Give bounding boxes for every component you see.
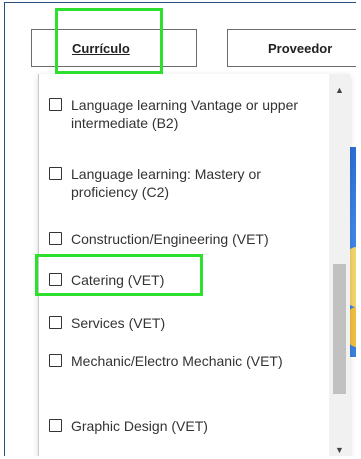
tab-curriculo[interactable]: Currículo: [31, 29, 197, 67]
option-mechanic[interactable]: Mechanic/Electro Mechanic (VET): [49, 352, 321, 370]
option-label: Language learning: Mastery or proficienc…: [71, 166, 261, 200]
scroll-down-arrow-icon[interactable]: ▼: [329, 442, 350, 456]
option-construction[interactable]: Construction/Engineering (VET): [49, 230, 321, 248]
app-frame: Currículo Proveedor Language learning Va…: [4, 2, 356, 456]
option-language-c2[interactable]: Language learning: Mastery or proficienc…: [49, 165, 321, 201]
tab-curriculo-label: Currículo: [72, 40, 130, 56]
option-label: Language learning Vantage or upper inter…: [71, 97, 299, 131]
scroll-up-arrow-icon[interactable]: ▲: [329, 82, 350, 98]
option-label: Mechanic/Electro Mechanic (VET): [71, 353, 283, 369]
option-label: Graphic Design (VET): [71, 418, 208, 434]
tab-proveedor[interactable]: Proveedor: [227, 29, 356, 67]
checkbox[interactable]: [49, 98, 62, 111]
option-graphic-design[interactable]: Graphic Design (VET): [49, 417, 321, 435]
checkbox[interactable]: [49, 273, 62, 286]
option-label: Construction/Engineering (VET): [71, 231, 269, 247]
checkbox[interactable]: [49, 167, 62, 180]
scroll-thumb[interactable]: [333, 264, 346, 394]
checkbox[interactable]: [49, 419, 62, 432]
tab-proveedor-label: Proveedor: [268, 40, 333, 56]
category-dropdown-list[interactable]: Language learning Vantage or upper inter…: [38, 74, 350, 456]
checkbox[interactable]: [49, 354, 62, 367]
checkbox[interactable]: [49, 232, 62, 245]
option-catering[interactable]: Catering (VET): [49, 271, 321, 289]
option-label: Catering (VET): [71, 272, 165, 288]
dropdown-scrollbar[interactable]: ▲ ▼: [329, 74, 350, 456]
option-language-b2[interactable]: Language learning Vantage or upper inter…: [49, 96, 321, 132]
option-services[interactable]: Services (VET): [49, 314, 321, 332]
option-label: Services (VET): [71, 315, 166, 331]
checkbox[interactable]: [49, 316, 62, 329]
